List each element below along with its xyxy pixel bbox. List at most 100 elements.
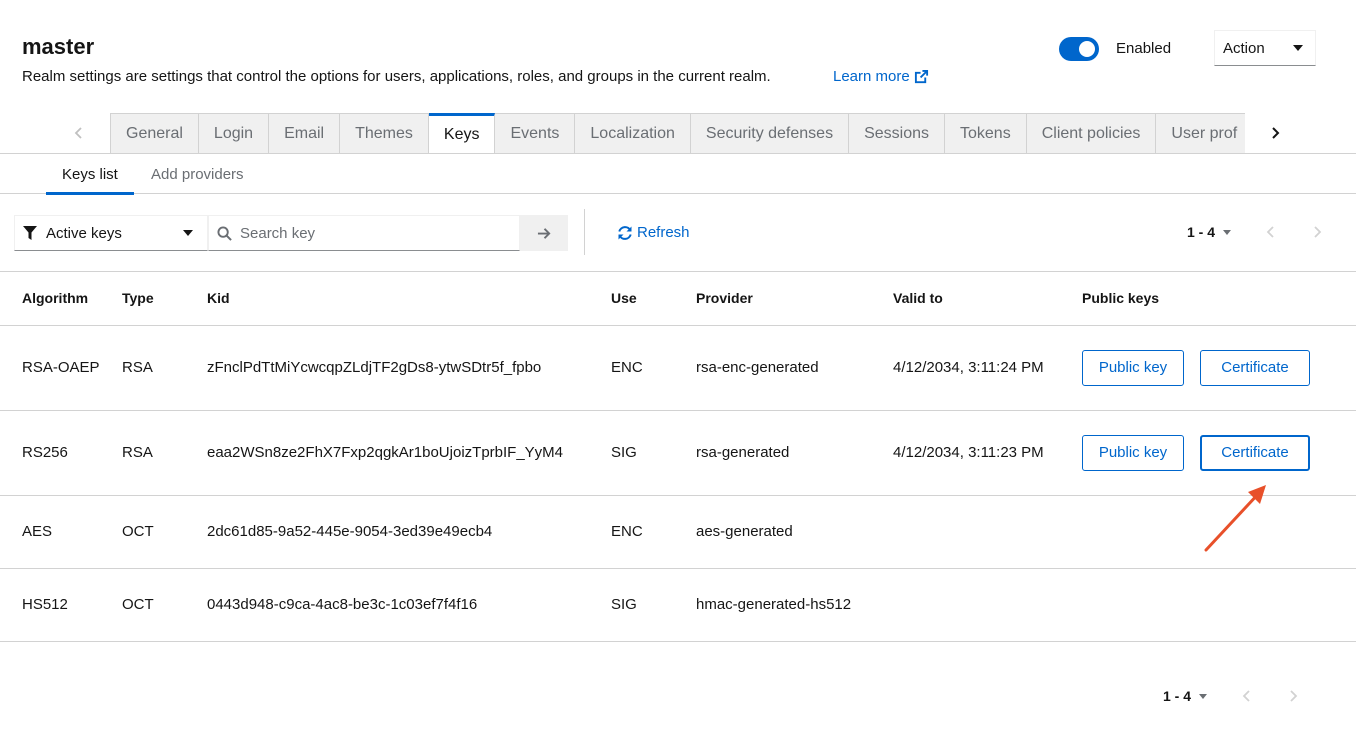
tab-events[interactable]: Events xyxy=(495,113,576,153)
cell-type: RSA xyxy=(122,410,207,496)
enabled-label: Enabled xyxy=(1116,40,1172,57)
cell-algorithm: RS256 xyxy=(0,410,122,496)
next-page-button[interactable] xyxy=(1285,688,1301,704)
cell-provider: rsa-generated xyxy=(696,410,893,496)
keys-table: Algorithm Type Kid Use Provider Valid to… xyxy=(0,272,1356,642)
table-header-row: Algorithm Type Kid Use Provider Valid to… xyxy=(0,272,1356,326)
cell-kid: eaa2WSn8ze2FhX7Fxp2qgkAr1boUjoizTprbIF_Y… xyxy=(207,410,611,496)
column-public-keys: Public keys xyxy=(1082,272,1356,326)
cell-provider: aes-generated xyxy=(696,495,893,569)
cell-kid: zFnclPdTtMiYcwcqpZLdjTF2gDs8-ytwSDtr5f_f… xyxy=(207,325,611,411)
toggle-knob xyxy=(1079,41,1095,57)
caret-down-icon xyxy=(1199,693,1208,699)
search-icon xyxy=(217,225,232,241)
action-dropdown[interactable]: Action xyxy=(1214,30,1316,66)
cell-use: SIG xyxy=(611,410,696,496)
per-page-toggle[interactable]: 1 - 4 xyxy=(1187,224,1232,240)
enabled-toggle[interactable] xyxy=(1059,37,1099,61)
refresh-button[interactable]: Refresh xyxy=(617,224,690,241)
cell-valid-to xyxy=(893,568,1082,642)
tab-user-profile[interactable]: User prof xyxy=(1156,113,1245,153)
tab-general[interactable]: General xyxy=(111,113,199,153)
cell-public-keys xyxy=(1082,568,1356,642)
learn-more-link[interactable]: Learn more xyxy=(833,68,929,85)
cell-provider: hmac-generated-hs512 xyxy=(696,568,893,642)
action-label: Action xyxy=(1223,39,1265,57)
tab-sessions[interactable]: Sessions xyxy=(849,113,945,153)
cell-algorithm: RSA-OAEP xyxy=(0,325,122,411)
tab-security-defenses[interactable]: Security defenses xyxy=(690,113,850,153)
cell-type: OCT xyxy=(122,495,207,569)
annotation-arrow-icon xyxy=(1204,485,1266,552)
filter-label: Active keys xyxy=(46,224,122,242)
cell-algorithm: AES xyxy=(0,495,122,569)
realm-tabs: General Login Email Themes Keys Events L… xyxy=(0,113,1356,154)
column-kid[interactable]: Kid xyxy=(207,272,611,326)
cell-kid: 0443d948-c9ca-4ac8-be3c-1c03ef7f4f16 xyxy=(207,568,611,642)
chevron-left-icon xyxy=(74,127,82,139)
tab-login[interactable]: Login xyxy=(198,113,270,153)
cell-public-keys: Public key Certificate xyxy=(1082,325,1356,411)
caret-down-icon xyxy=(1293,45,1303,51)
cell-provider: rsa-enc-generated xyxy=(696,325,893,411)
scroll-tabs-left-button[interactable] xyxy=(56,113,102,153)
refresh-icon xyxy=(618,225,632,240)
tab-client-policies[interactable]: Client policies xyxy=(1026,113,1157,153)
subtab-add-providers[interactable]: Add providers xyxy=(151,154,244,194)
scroll-tabs-right-button[interactable] xyxy=(1252,113,1298,153)
keys-subtabs: Keys list Add providers xyxy=(0,154,1356,195)
subtab-keys-list[interactable]: Keys list xyxy=(46,154,134,195)
caret-down-icon xyxy=(183,230,193,236)
next-page-button[interactable] xyxy=(1309,224,1325,240)
cell-use: ENC xyxy=(611,325,696,411)
tab-keys[interactable]: Keys xyxy=(428,113,496,153)
cell-use: SIG xyxy=(611,568,696,642)
caret-down-icon xyxy=(1223,229,1232,235)
column-algorithm[interactable]: Algorithm xyxy=(0,272,122,326)
cell-kid: 2dc61d85-9a52-445e-9054-3ed39e49ecb4 xyxy=(207,495,611,569)
arrow-right-icon xyxy=(537,227,551,239)
key-filter-dropdown[interactable]: Active keys xyxy=(14,215,208,251)
cell-use: ENC xyxy=(611,495,696,569)
certificate-button[interactable]: Certificate xyxy=(1200,349,1310,386)
column-use[interactable]: Use xyxy=(611,272,696,326)
realm-title: master xyxy=(22,34,95,59)
search-submit-button[interactable] xyxy=(520,215,568,251)
column-valid-to[interactable]: Valid to xyxy=(893,272,1082,326)
table-row: AES OCT 2dc61d85-9a52-445e-9054-3ed39e49… xyxy=(0,495,1356,569)
external-link-icon xyxy=(914,69,928,84)
previous-page-button[interactable] xyxy=(1239,688,1255,704)
refresh-label: Refresh xyxy=(637,224,690,241)
tab-localization[interactable]: Localization xyxy=(575,113,691,153)
previous-page-button[interactable] xyxy=(1263,224,1279,240)
tab-themes[interactable]: Themes xyxy=(340,113,429,153)
filter-icon xyxy=(23,226,37,240)
search-key-input[interactable] xyxy=(240,224,500,242)
tab-list: General Login Email Themes Keys Events L… xyxy=(110,113,1245,153)
bottom-pagination: 1 - 4 xyxy=(1163,688,1301,704)
learn-more-label: Learn more xyxy=(833,68,910,85)
public-key-button[interactable]: Public key xyxy=(1082,349,1184,386)
column-type[interactable]: Type xyxy=(122,272,207,326)
per-page-toggle[interactable]: 1 - 4 xyxy=(1163,688,1208,704)
cell-valid-to: 4/12/2034, 3:11:24 PM xyxy=(893,325,1082,411)
tab-tokens[interactable]: Tokens xyxy=(945,113,1027,153)
cell-valid-to: 4/12/2034, 3:11:23 PM xyxy=(893,410,1082,496)
table-row: RS256 RSA eaa2WSn8ze2FhX7Fxp2qgkAr1boUjo… xyxy=(0,410,1356,496)
search-box xyxy=(208,215,520,251)
column-provider[interactable]: Provider xyxy=(696,272,893,326)
pagination-range: 1 - 4 xyxy=(1163,688,1192,704)
tab-email[interactable]: Email xyxy=(269,113,341,153)
table-row: RSA-OAEP RSA zFnclPdTtMiYcwcqpZLdjTF2gDs… xyxy=(0,325,1356,411)
toolbar-divider xyxy=(584,209,585,255)
chevron-right-icon xyxy=(1272,127,1280,139)
cell-type: RSA xyxy=(122,325,207,411)
cell-algorithm: HS512 xyxy=(0,568,122,642)
public-key-button[interactable]: Public key xyxy=(1082,434,1184,471)
table-row: HS512 OCT 0443d948-c9ca-4ac8-be3c-1c03ef… xyxy=(0,568,1356,642)
certificate-button[interactable]: Certificate xyxy=(1200,434,1310,471)
top-pagination: 1 - 4 xyxy=(1187,224,1325,240)
cell-valid-to xyxy=(893,495,1082,569)
realm-description: Realm settings are settings that control… xyxy=(22,68,771,85)
cell-type: OCT xyxy=(122,568,207,642)
